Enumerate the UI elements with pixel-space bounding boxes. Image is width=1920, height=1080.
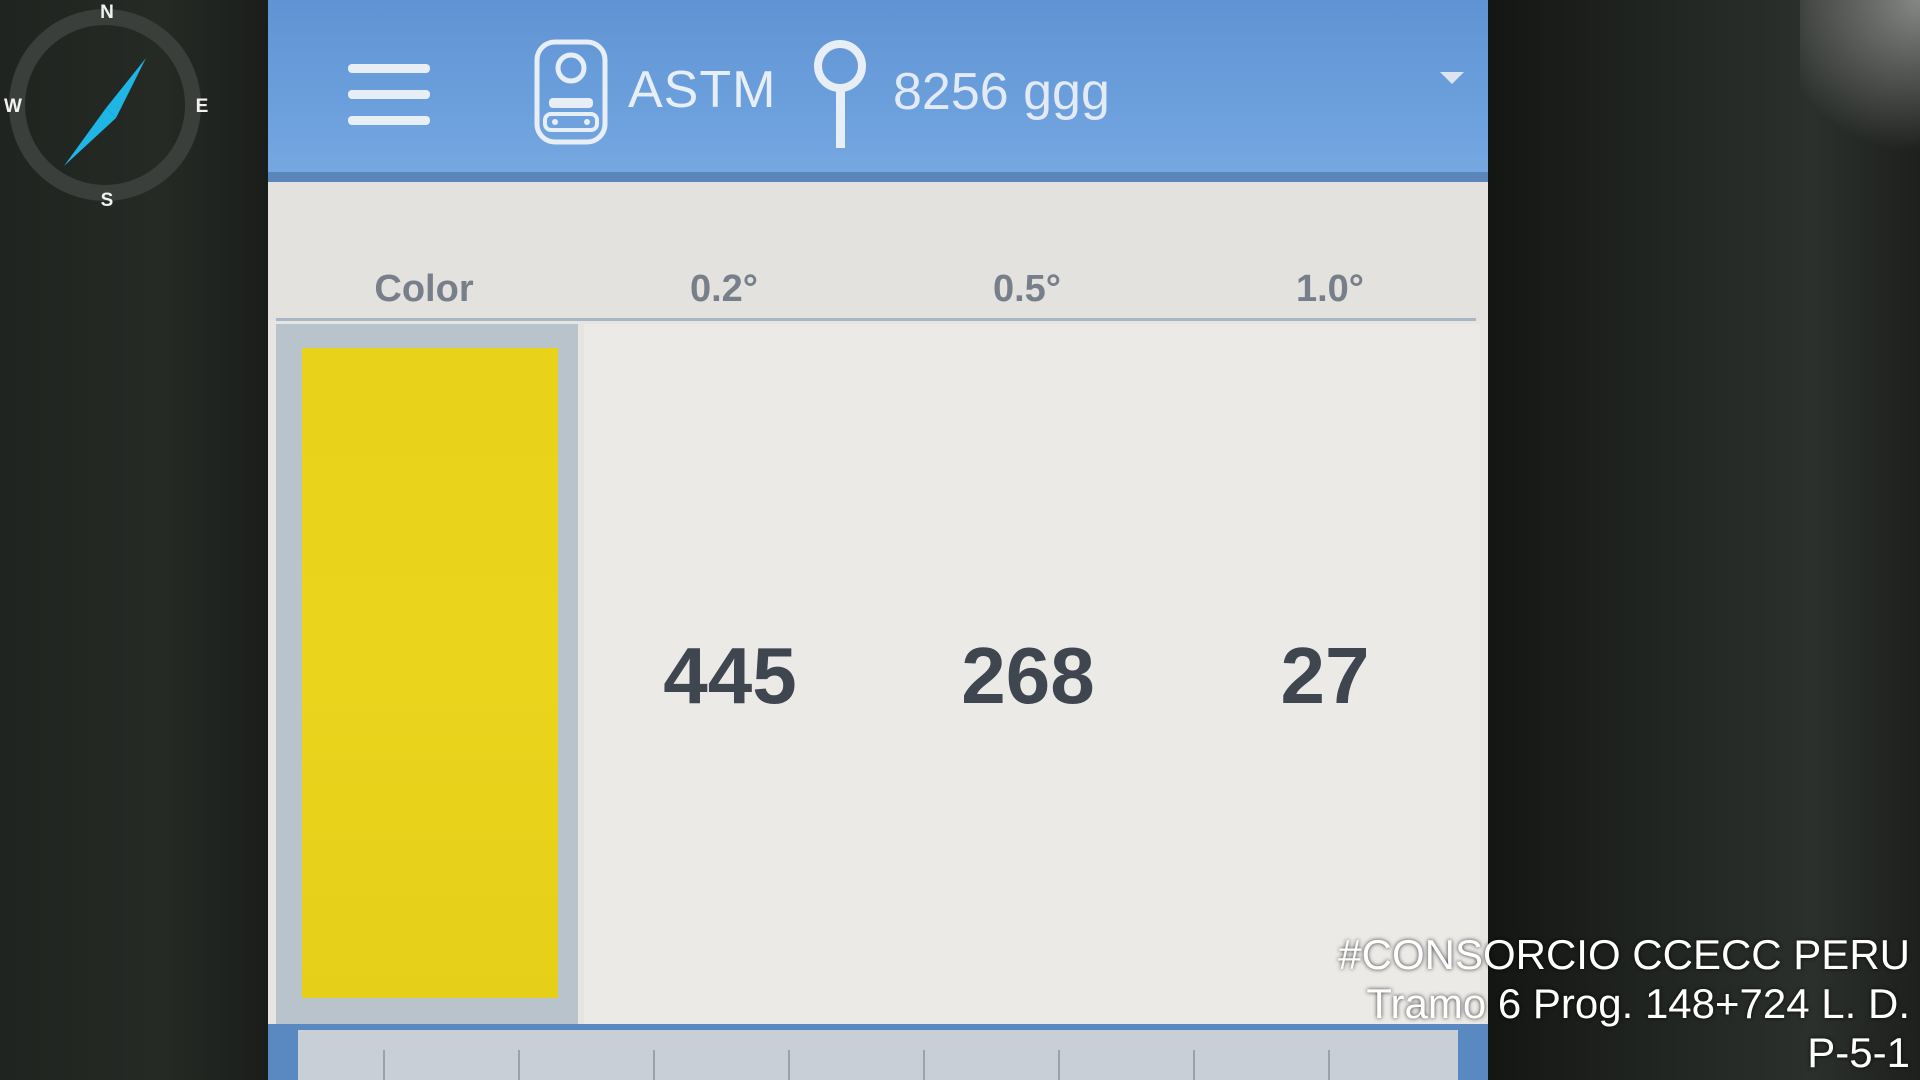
compass-widget: N S E W bbox=[4, 2, 208, 211]
value-0-5: 268 bbox=[961, 631, 1095, 720]
strip-tick bbox=[1193, 1050, 1195, 1080]
watermark-location: Tramo 6 Prog. 148+724 L. D. bbox=[1366, 980, 1910, 1027]
column-header-1-0: 1.0° bbox=[1295, 268, 1365, 310]
retroreflectometer-device-icon[interactable] bbox=[533, 36, 609, 148]
strip-tick bbox=[788, 1050, 790, 1080]
strip-tick bbox=[653, 1050, 655, 1080]
strip-tick bbox=[1058, 1050, 1060, 1080]
standard-label: ASTM bbox=[628, 61, 777, 119]
watermark-point: P-5-1 bbox=[1807, 1029, 1910, 1076]
device-screen: ASTM 8256 ggg bbox=[268, 0, 1488, 1080]
value-1-0: 27 bbox=[1280, 631, 1370, 720]
app-header: ASTM 8256 ggg bbox=[268, 0, 1488, 182]
column-header-0-2: 0.2° bbox=[689, 268, 759, 310]
header-divider bbox=[276, 318, 1476, 321]
column-header-0-5: 0.5° bbox=[992, 268, 1062, 310]
compass-south: S bbox=[100, 190, 114, 211]
location-pin-icon[interactable] bbox=[808, 38, 872, 150]
column-header-color: Color bbox=[374, 268, 474, 310]
color-swatch bbox=[302, 348, 558, 998]
bottom-strip bbox=[298, 1030, 1458, 1080]
chevron-down-icon[interactable] bbox=[1440, 72, 1464, 84]
strip-tick bbox=[518, 1050, 520, 1080]
compass-needle-icon bbox=[106, 58, 146, 118]
value-0-2: 445 bbox=[663, 631, 797, 720]
strip-tick bbox=[383, 1050, 385, 1080]
strip-tick bbox=[923, 1050, 925, 1080]
photo-glare bbox=[1800, 0, 1920, 180]
compass-dial bbox=[9, 9, 201, 201]
measurement-geometry-label: 8256 ggg bbox=[893, 63, 1110, 121]
strip-tick bbox=[1328, 1050, 1330, 1080]
compass-north: N bbox=[100, 2, 114, 23]
photo-watermark: #CONSORCIO CCECC PERU Tramo 6 Prog. 148+… bbox=[1338, 930, 1910, 1077]
hamburger-menu-icon[interactable] bbox=[348, 64, 430, 126]
compass-west: W bbox=[4, 96, 22, 117]
compass-east: E bbox=[195, 96, 209, 117]
watermark-company: #CONSORCIO CCECC PERU bbox=[1338, 931, 1910, 978]
